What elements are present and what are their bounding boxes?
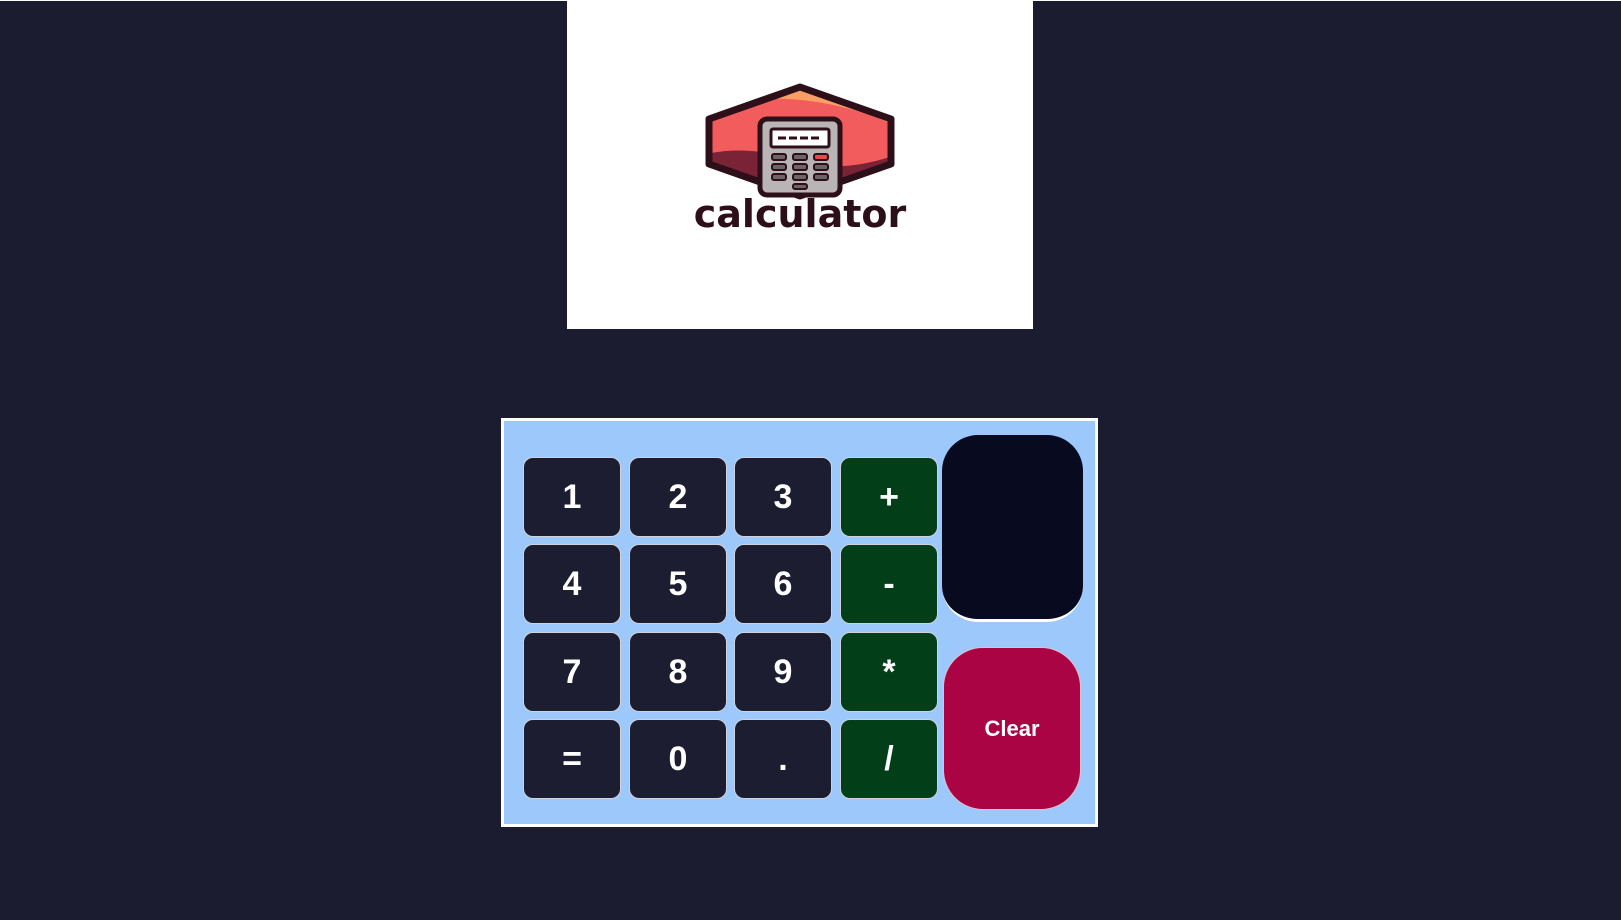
divide-button[interactable]: / <box>840 719 938 799</box>
digit-1-button[interactable]: 1 <box>523 457 621 537</box>
digit-4-button[interactable]: 4 <box>523 544 621 624</box>
digit-2-button[interactable]: 2 <box>629 457 727 537</box>
digit-9-button[interactable]: 9 <box>734 632 832 712</box>
calculator-logo: calculator <box>694 83 907 236</box>
clear-button[interactable]: Clear <box>943 647 1081 810</box>
digit-6-button[interactable]: 6 <box>734 544 832 624</box>
digit-7-button[interactable]: 7 <box>523 632 621 712</box>
decimal-button[interactable]: . <box>734 719 832 799</box>
multiply-button[interactable]: * <box>840 632 938 712</box>
digit-3-button[interactable]: 3 <box>734 457 832 537</box>
digit-8-button[interactable]: 8 <box>629 632 727 712</box>
digit-0-button[interactable]: 0 <box>629 719 727 799</box>
subtract-button[interactable]: - <box>840 544 938 624</box>
calculator-display <box>942 435 1083 622</box>
equals-button[interactable]: = <box>523 719 621 799</box>
digit-5-button[interactable]: 5 <box>629 544 727 624</box>
calculator-panel: 1 2 3 +4 5 6- 7 8 9 * = 0. / Clear <box>501 418 1098 827</box>
logo-wordmark: calculator <box>694 192 907 236</box>
add-button[interactable]: + <box>840 457 938 537</box>
logo-panel: calculator <box>567 1 1033 329</box>
